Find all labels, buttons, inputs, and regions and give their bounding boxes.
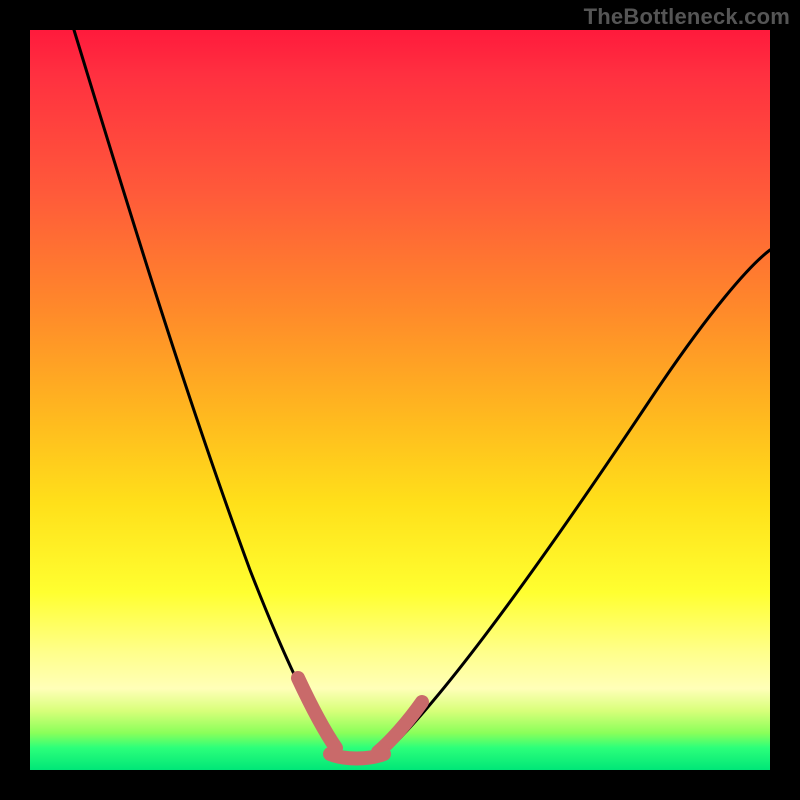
- highlight-left: [298, 678, 336, 748]
- curve-right: [390, 250, 770, 748]
- chart-curves: [30, 30, 770, 770]
- chart-frame: TheBottleneck.com: [0, 0, 800, 800]
- watermark-label: TheBottleneck.com: [584, 4, 790, 30]
- highlight-floor: [330, 754, 384, 759]
- highlight-right: [378, 702, 422, 752]
- chart-plot-area: [30, 30, 770, 770]
- curve-left: [74, 30, 330, 742]
